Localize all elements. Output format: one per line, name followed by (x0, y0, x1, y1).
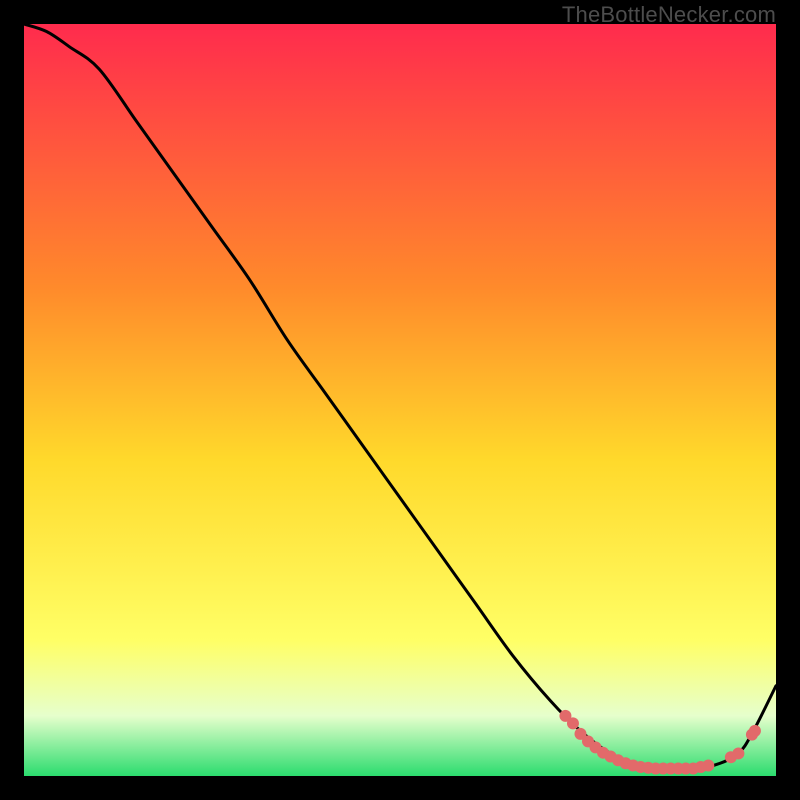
data-point (749, 725, 761, 737)
watermark-text: TheBottleNecker.com (562, 2, 776, 28)
chart-frame: TheBottleNecker.com (0, 0, 800, 800)
data-point (702, 759, 714, 771)
data-point (567, 717, 579, 729)
plot-area (24, 24, 776, 776)
chart-svg (24, 24, 776, 776)
data-point (732, 747, 744, 759)
gradient-background (24, 24, 776, 776)
